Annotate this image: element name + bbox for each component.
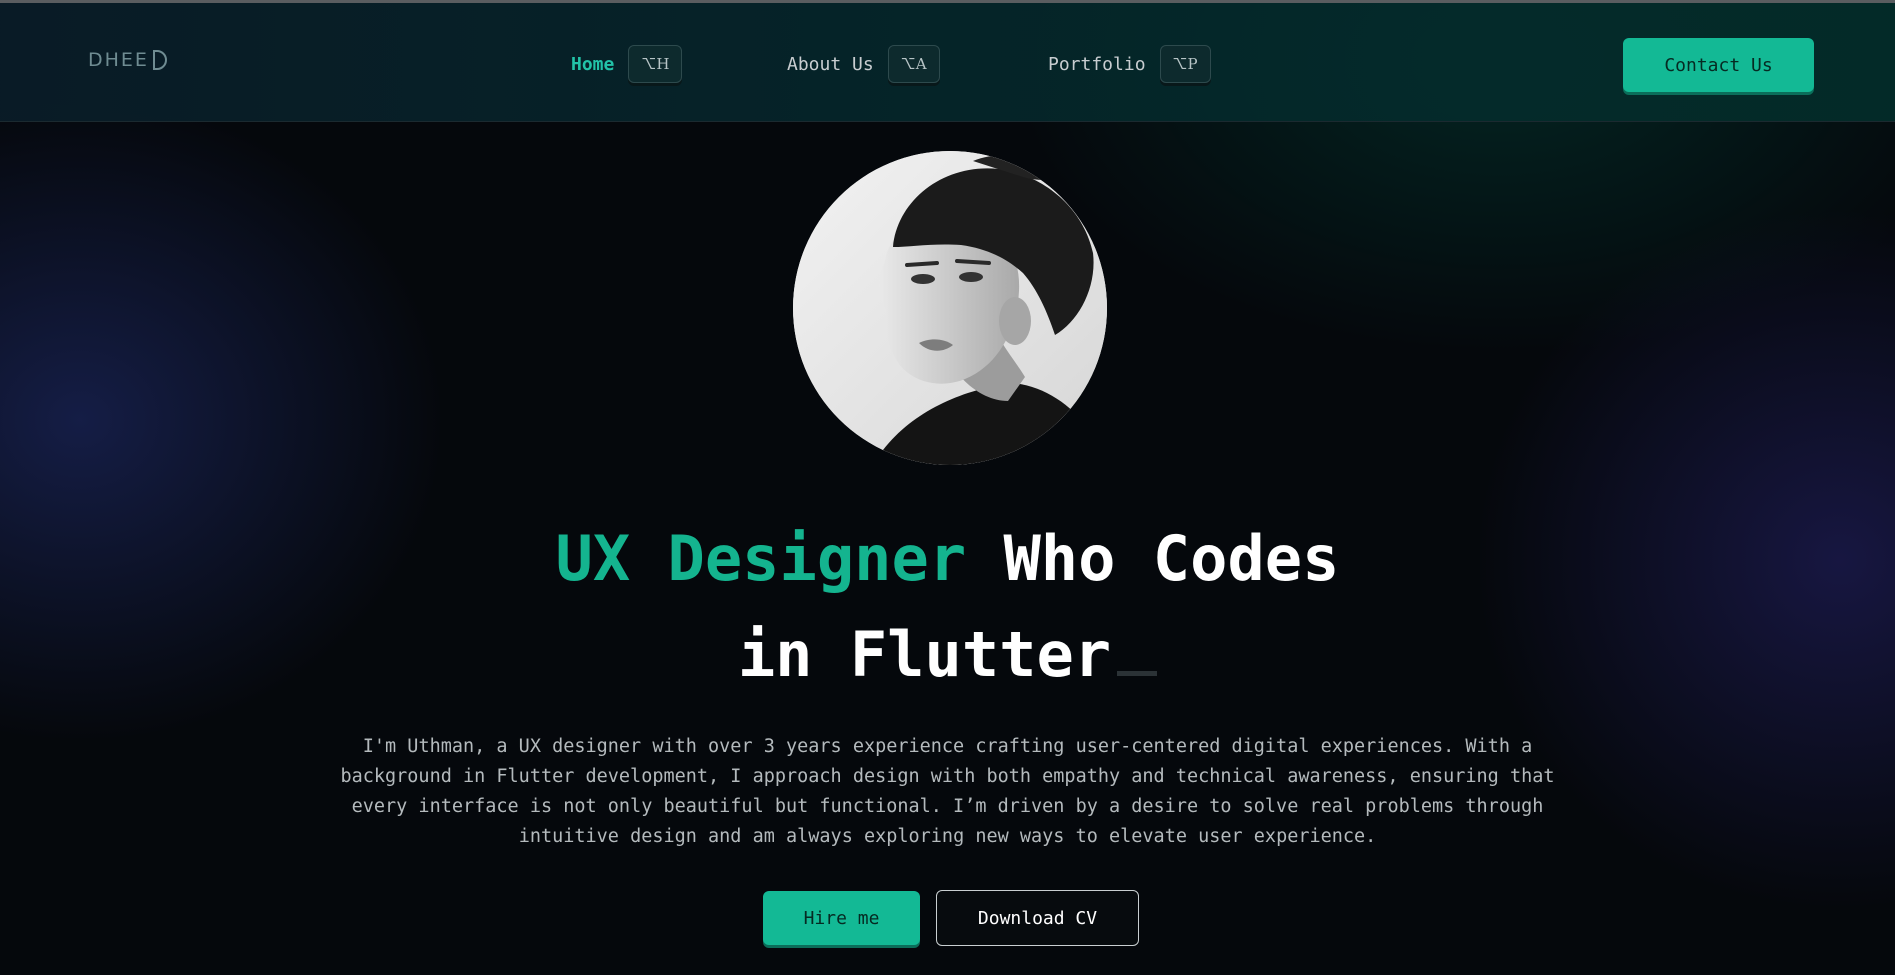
hire-me-button[interactable]: Hire me [763,891,920,945]
hero-bio: I'm Uthman, a UX designer with over 3 ye… [340,736,1555,847]
nav-home-label[interactable]: Home [571,54,614,75]
profile-avatar [793,151,1107,465]
typing-cursor [1117,671,1158,676]
headline-accent: UX Designer [555,522,967,595]
headline-line2-text: in Flutter [737,618,1112,691]
navbar: DHEE Home ⌥H About Us ⌥A Portfolio ⌥P Co… [0,3,1895,122]
hero-headline-line1: UX Designer Who Codes [0,522,1895,595]
contact-us-button[interactable]: Contact Us [1623,38,1814,92]
home-shortcut-badge: ⌥H [628,45,683,83]
nav-about-label[interactable]: About Us [787,54,874,75]
download-cv-button[interactable]: Download CV [936,890,1139,946]
nav-item-about[interactable]: About Us ⌥A [787,45,940,83]
nav-item-home[interactable]: Home ⌥H [571,45,683,83]
hero-headline-line2: in Flutter [0,618,1895,691]
portfolio-shortcut-badge: ⌥P [1159,45,1211,83]
logo[interactable]: DHEE [88,49,167,71]
logo-text: DHEE [88,49,149,71]
nav-item-portfolio[interactable]: Portfolio ⌥P [1048,45,1211,83]
headline-rest: Who Codes [1003,522,1340,595]
portrait-photo-icon [793,151,1107,465]
about-shortcut-badge: ⌥A [887,45,940,83]
logo-d-icon [152,50,167,70]
nav-portfolio-label[interactable]: Portfolio [1048,54,1146,75]
